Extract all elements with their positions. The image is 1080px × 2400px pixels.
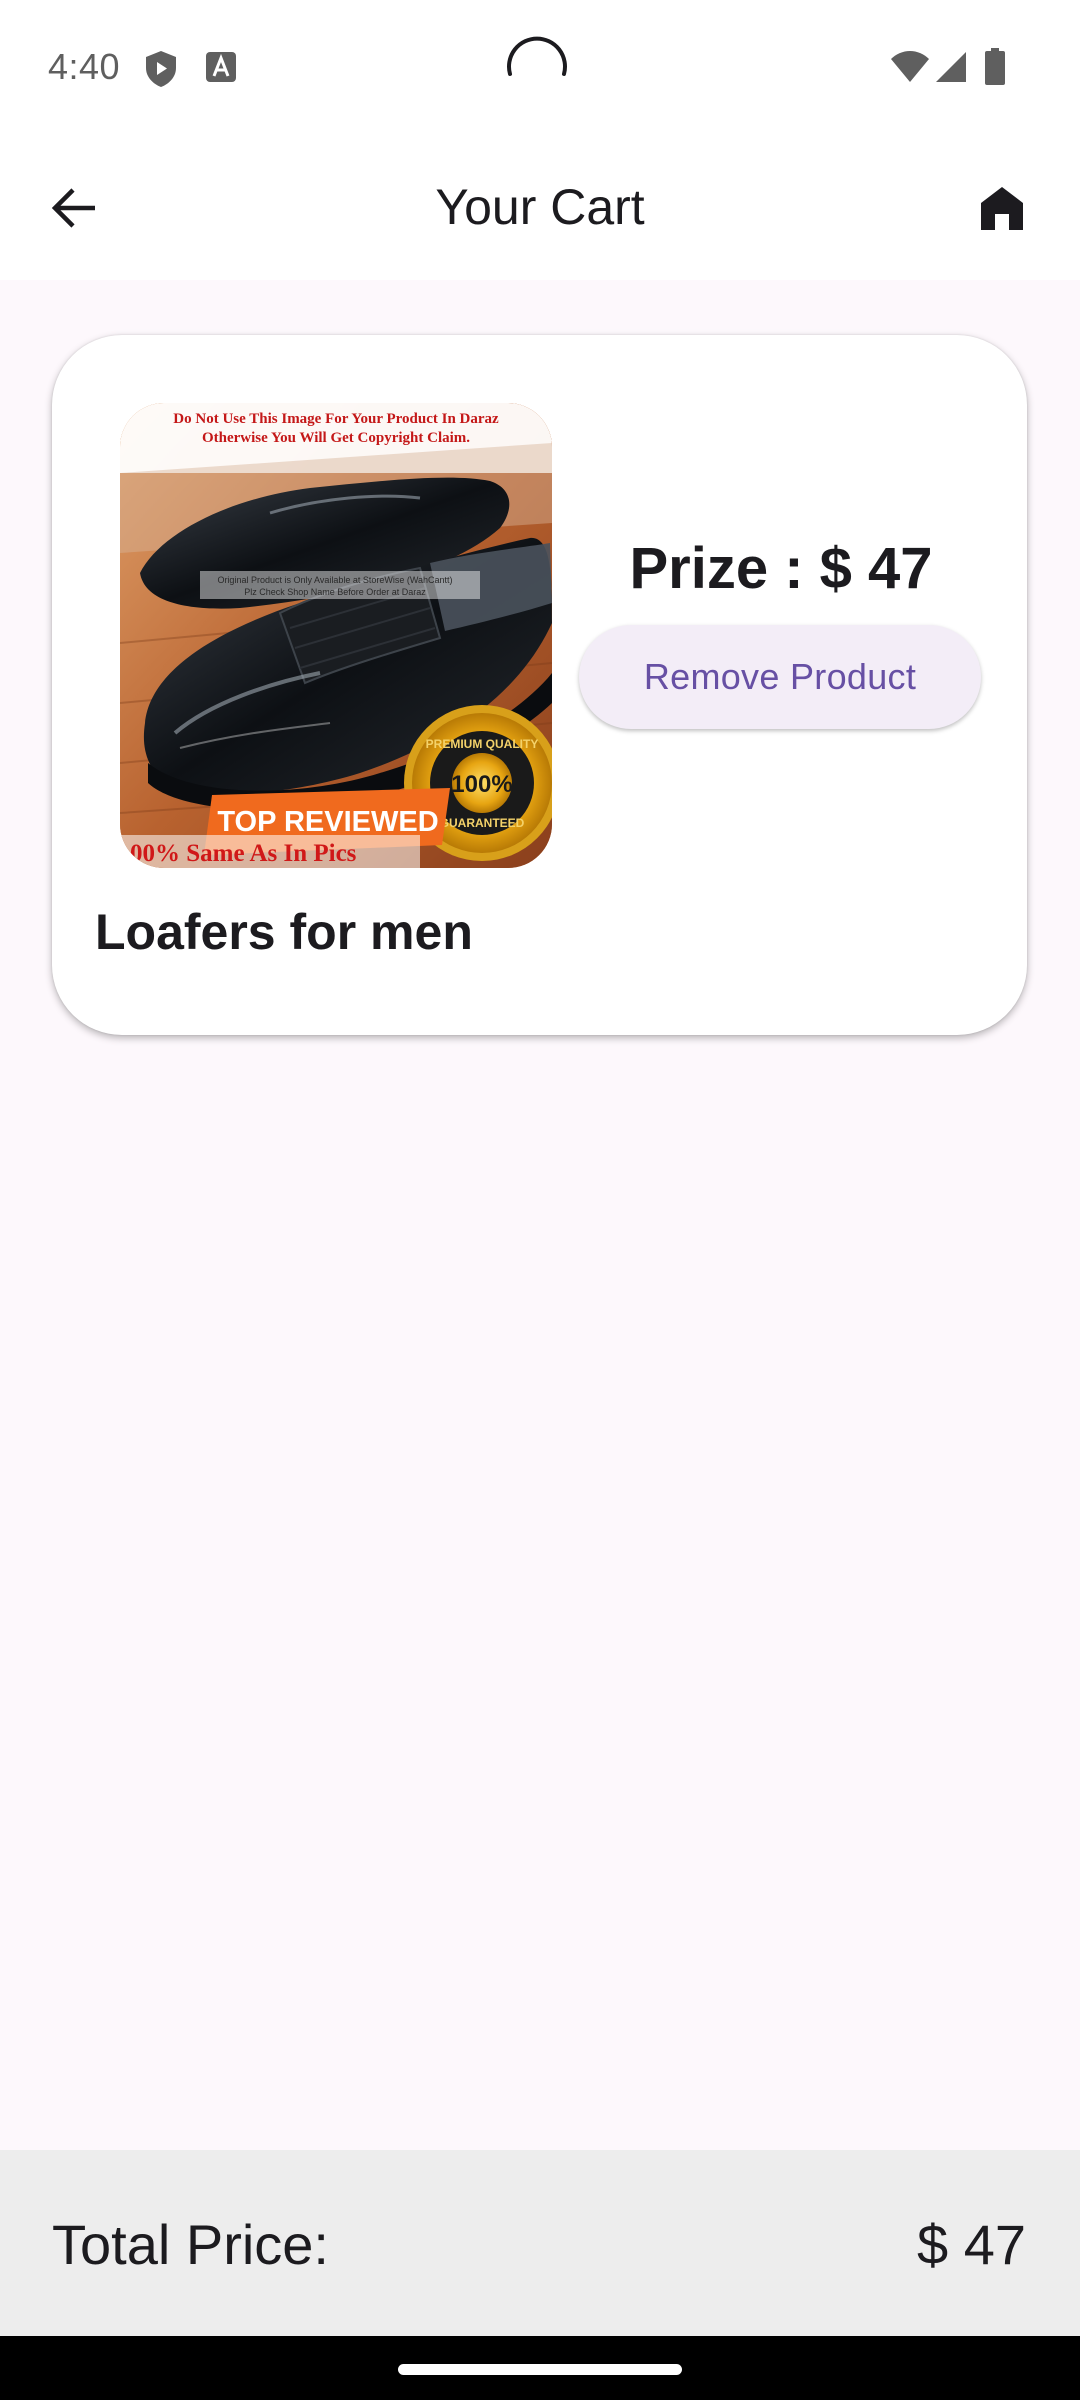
page-title: Your Cart [435, 179, 645, 235]
total-price-value: $ 47 [917, 2213, 1026, 2276]
home-button[interactable] [964, 170, 1040, 246]
battery-icon [984, 48, 1006, 91]
home-icon [981, 187, 1023, 230]
home-gesture-handle[interactable] [398, 2364, 682, 2375]
image-top-text-1: Do Not Use This Image For Your Product I… [173, 411, 499, 427]
wifi-icon [890, 50, 930, 89]
seal-bottom-text: GUARANTEED [440, 816, 525, 830]
product-image: Do Not Use This Image For Your Product I… [120, 403, 552, 868]
status-time: 4:40 [48, 46, 121, 87]
image-mid-text-2: Plz Check Shop Name Before Order at Dara… [244, 587, 426, 597]
total-price-label: Total Price: [52, 2213, 329, 2276]
status-bar: 4:40 [0, 0, 1080, 138]
seal-top-text: PREMIUM QUALITY [426, 737, 539, 751]
product-name: Loafers for men [95, 904, 473, 960]
image-mid-text-1: Original Product is Only Available at St… [217, 575, 452, 585]
keyboard-a-icon [204, 50, 238, 89]
app-bar: Your Cart [0, 138, 1080, 280]
signal-icon [934, 50, 968, 89]
image-bottom-text: 00% Same As In Pics [130, 840, 357, 867]
cart-item-card: Do Not Use This Image For Your Product I… [52, 335, 1027, 1035]
product-price: Prize : $ 47 [629, 536, 933, 601]
total-price-bar: Total Price: $ 47 [0, 2150, 1080, 2336]
system-nav-bar [0, 2336, 1080, 2400]
seal-center-text: 100% [451, 771, 512, 798]
image-top-text-2: Otherwise You Will Get Copyright Claim. [202, 430, 470, 446]
remove-product-button[interactable]: Remove Product [579, 625, 981, 729]
loading-icon [504, 34, 570, 100]
shield-icon [144, 50, 178, 93]
image-banner-text: TOP REVIEWED [217, 806, 438, 838]
